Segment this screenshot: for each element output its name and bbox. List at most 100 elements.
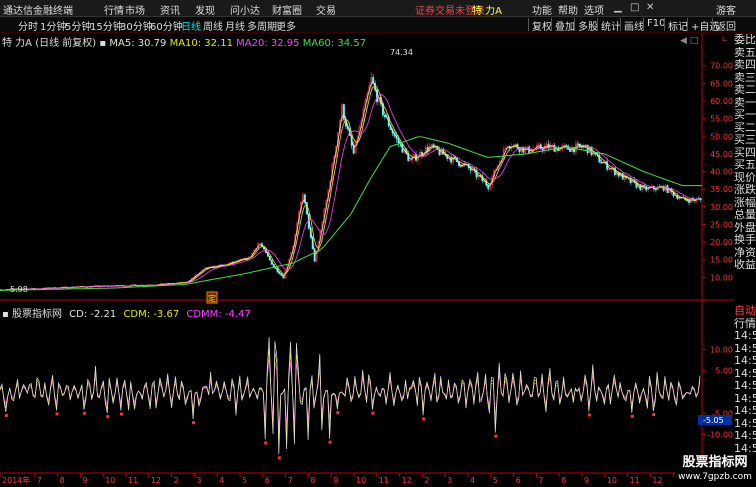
side-label: 买二: [734, 121, 756, 134]
price-tick-label: 45.00: [710, 150, 733, 159]
sell-signal-mark: [587, 413, 591, 417]
menu-market[interactable]: 市场: [125, 2, 145, 17]
menu-discover[interactable]: 发现: [195, 2, 215, 17]
ma20-line: [0, 93, 701, 291]
time-tick-label: 11: [379, 476, 389, 485]
menu-trade[interactable]: 交易: [316, 2, 336, 17]
watermark: 股票指标网 www.7gpzb.com: [675, 455, 755, 487]
menu-options[interactable]: 选项: [584, 2, 604, 17]
side-label: 买四: [734, 146, 756, 159]
period-1min[interactable]: 1分钟: [40, 18, 66, 33]
sell-signal-mark: [371, 411, 375, 415]
period-daily[interactable]: 日线: [181, 18, 201, 33]
sell-signal-mark: [336, 411, 340, 415]
time-tick-label: 4: [470, 476, 475, 485]
time-tick-label: 2: [424, 476, 429, 485]
sell-signal-mark: [55, 412, 59, 416]
maximize-icon[interactable]: □: [630, 2, 639, 13]
period-15min[interactable]: 15分钟: [90, 18, 123, 33]
candle-body: [699, 198, 702, 200]
top-right-mark: L.: [722, 35, 728, 43]
minimize-icon[interactable]: ▁: [614, 2, 622, 13]
period-monthly[interactable]: 月线: [225, 18, 245, 33]
ma5-line: [0, 81, 701, 291]
title-bar: 通达信金融终端 行情 市场 资讯 发现 问小达 财富圈 交易 证券交易未登录 特…: [0, 0, 756, 17]
time-tick-label: 5: [493, 476, 498, 485]
app-name: 通达信金融终端: [3, 6, 73, 17]
time-tick-label: 6: [516, 476, 521, 485]
time-tick-label: 12: [402, 476, 412, 485]
period-toolbar: 分时 1分钟 5分钟 15分钟 30分钟 60分钟 日线 周线 月线 多周期 更…: [0, 17, 756, 33]
side-label: 卖一: [734, 96, 756, 109]
time-tick-label: 10: [356, 476, 366, 485]
side-label: 14:5: [734, 392, 756, 405]
price-tick-label: 25.00: [710, 220, 733, 229]
period-multi[interactable]: 多周期: [247, 18, 277, 33]
time-tick-label: 12: [652, 476, 662, 485]
sell-signal-mark: [119, 412, 123, 416]
menu-news[interactable]: 资讯: [160, 2, 180, 17]
sell-signal-mark: [4, 413, 8, 417]
low-price-label: 5.98: [10, 285, 28, 294]
menu-wealth[interactable]: 财富圈: [272, 2, 302, 17]
price-tick-label: 70.00: [710, 62, 733, 71]
time-tick-label: 8: [310, 476, 315, 485]
menu-function[interactable]: 功能: [532, 2, 552, 17]
side-label: 买五: [734, 159, 756, 171]
side-label: 买三: [734, 134, 756, 146]
side-label: 14:5: [734, 430, 756, 442]
sell-signal-mark: [630, 414, 634, 418]
guest-label[interactable]: 游客: [716, 2, 736, 17]
period-30min[interactable]: 30分钟: [120, 18, 153, 33]
candle-body: [342, 104, 345, 120]
side-label: 14:5: [734, 342, 756, 355]
time-tick-label: 7: [288, 476, 293, 485]
time-tick-label: 8: [561, 476, 566, 485]
ma60-line: [0, 136, 702, 291]
price-tick-label: 20.00: [710, 238, 733, 247]
price-tick-label: 55.00: [710, 115, 733, 124]
close-icon[interactable]: ✕: [646, 2, 654, 13]
side-label: 总量: [734, 209, 756, 221]
sell-signal-mark: [494, 434, 498, 438]
price-tick-label: 50.00: [710, 132, 733, 141]
price-tick-label: 40.00: [710, 168, 733, 177]
kline-chart[interactable]: 70.0065.0060.0055.0050.0045.0040.0035.00…: [0, 33, 734, 486]
period-weekly[interactable]: 周线: [203, 18, 223, 33]
sell-signal-mark: [422, 417, 426, 421]
menu-quotes[interactable]: 行情: [104, 2, 124, 17]
side-label: 委比: [734, 34, 756, 46]
candle-body: [586, 144, 589, 153]
tick-side-panel: 自动 行情 14:5 14:5 14:5 14:5 14:5 14:5 14:5 14:5 14:5…: [734, 305, 756, 455]
time-tick-label: 6: [265, 476, 270, 485]
side-label: 14:5: [734, 367, 756, 380]
period-60min[interactable]: 60分钟: [150, 18, 183, 33]
side-label: 涨跌: [734, 184, 756, 196]
candle-body: [450, 157, 453, 163]
price-tick-label: 65.00: [710, 79, 733, 88]
back-button[interactable]: 返回: [712, 18, 739, 33]
sell-signal-mark: [652, 413, 656, 417]
time-tick-label: 4: [219, 476, 224, 485]
watermark-title: 股票指标网: [682, 455, 748, 470]
time-tick-label: 10: [607, 476, 617, 485]
side-label: 收益: [734, 259, 756, 271]
time-tick-label: 3: [447, 476, 452, 485]
side-label: 换手: [734, 234, 756, 246]
title-stock-name: 特 力A: [472, 6, 503, 17]
side-label: 涨幅: [734, 196, 756, 209]
menu-wenxiaoda[interactable]: 问小达: [230, 2, 260, 17]
period-more[interactable]: 更多: [276, 18, 296, 33]
side-label: 自动: [734, 305, 756, 317]
menu-help[interactable]: 帮助: [558, 2, 578, 17]
ding-mark: 定: [208, 293, 216, 303]
side-label: 外盘: [734, 221, 756, 234]
period-5min[interactable]: 5分钟: [65, 18, 91, 33]
time-tick-label: 7: [538, 476, 543, 485]
time-tick-label: 11: [630, 476, 640, 485]
time-tick-label: 9: [82, 476, 87, 485]
time-tick-label: 2014年: [2, 475, 30, 485]
side-label: 净资: [734, 246, 756, 259]
side-label: 卖五: [734, 46, 756, 59]
period-timeshare[interactable]: 分时: [18, 18, 38, 33]
